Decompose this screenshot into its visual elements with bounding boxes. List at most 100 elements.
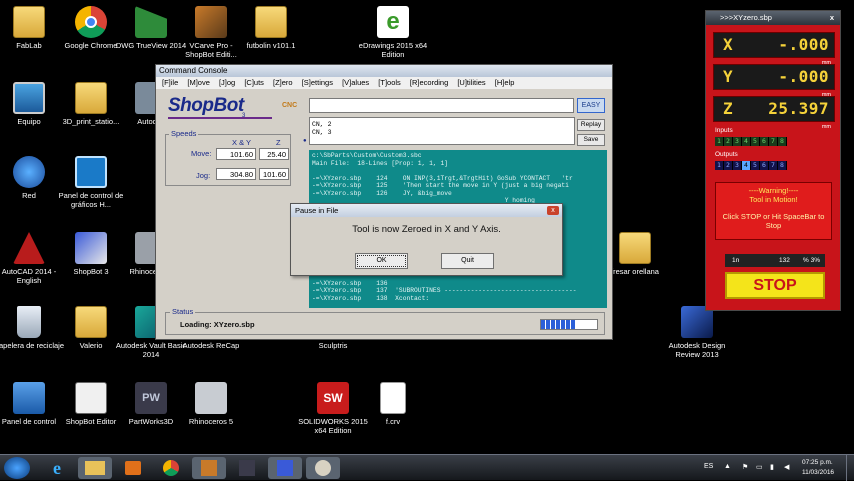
jog-z-field[interactable]: 101.60 bbox=[259, 168, 289, 180]
partworks-taskbar-icon[interactable] bbox=[230, 457, 264, 479]
menu-move[interactable]: [M]ove bbox=[187, 78, 210, 87]
paint-taskbar-icon[interactable] bbox=[306, 457, 340, 479]
start-button[interactable] bbox=[4, 457, 30, 479]
input-indicator: 6 bbox=[760, 137, 769, 146]
clock-date[interactable]: 11/03/2016 bbox=[802, 469, 834, 476]
ie-taskbar-icon[interactable]: e bbox=[40, 457, 74, 479]
flag-icon[interactable]: ⚑ bbox=[742, 463, 748, 471]
command-history[interactable]: CN, 2 CN, 3 bbox=[309, 117, 575, 145]
axis-name: X bbox=[723, 35, 733, 54]
menu-recording[interactable]: [R]ecording bbox=[410, 78, 448, 87]
menu-cuts[interactable]: [C]uts bbox=[244, 78, 264, 87]
history-pointer-icon: ● bbox=[303, 138, 307, 144]
menu-values[interactable]: [V]alues bbox=[342, 78, 369, 87]
explorer-taskbar-icon[interactable] bbox=[78, 457, 112, 479]
position-readout-window[interactable]: >>>XYzero.sbp x X -.000 mm Y -.000 mm Z … bbox=[705, 10, 841, 311]
show-desktop-button[interactable] bbox=[846, 455, 854, 481]
speed-percent: % 3% bbox=[803, 257, 820, 264]
folder-icon bbox=[13, 6, 45, 38]
file-line: c:\SbParts\Custom\Custom3.sbc bbox=[312, 152, 422, 159]
dro-title-bar: >>>XYzero.sbp x bbox=[706, 11, 840, 25]
close-icon[interactable]: x bbox=[547, 206, 559, 215]
menu-settings[interactable]: [S]ettings bbox=[302, 78, 333, 87]
warning-instruction: Click STOP or Hit SpaceBar to Stop bbox=[722, 212, 825, 230]
language-indicator[interactable]: ES bbox=[704, 463, 713, 470]
clock-time[interactable]: 07:25 p.m. bbox=[802, 459, 833, 466]
axis-value: -.000 bbox=[778, 67, 829, 86]
quit-button[interactable]: Quit bbox=[441, 253, 494, 269]
desktop-icon-futbolin[interactable]: futbolin v101.1 bbox=[234, 6, 308, 50]
replay-button[interactable]: Replay bbox=[577, 119, 605, 131]
output-indicator: 6 bbox=[760, 161, 769, 170]
rhino-icon bbox=[195, 382, 227, 414]
file-line: -=\XYzero.sbp 138 Xcontact: bbox=[312, 294, 430, 302]
menu-zero[interactable]: [Z]ero bbox=[273, 78, 293, 87]
output-indicator: 2 bbox=[724, 161, 733, 170]
save-button[interactable]: Save bbox=[577, 134, 605, 146]
folder-icon bbox=[619, 232, 651, 264]
chrome-taskbar-icon[interactable] bbox=[154, 457, 188, 479]
col-z-label: Z bbox=[276, 138, 281, 147]
speed-override-bar[interactable]: 1n 132 % 3% bbox=[725, 254, 825, 267]
file-line bbox=[312, 167, 604, 175]
progress-fill bbox=[541, 320, 576, 329]
vcarve-icon bbox=[195, 6, 227, 38]
computer-icon bbox=[13, 82, 45, 114]
menu-utilities[interactable]: [U]tilities bbox=[457, 78, 485, 87]
speed-unit: 1n bbox=[732, 257, 740, 264]
x-axis-readout: X -.000 mm bbox=[713, 32, 835, 66]
shopbot-logo: ShopBot bbox=[168, 95, 244, 116]
shopbot-logo-cnc: CNC bbox=[282, 102, 298, 109]
folder-icon bbox=[75, 82, 107, 114]
desktop-icon-f-crv[interactable]: f.crv bbox=[356, 382, 430, 426]
menu-tools[interactable]: [T]ools bbox=[378, 78, 401, 87]
file-line: -=\XYzero.sbp 137 'SUBROUTINES ---------… bbox=[312, 287, 577, 294]
shopbot-taskbar-icon[interactable] bbox=[268, 457, 302, 479]
autocad-icon bbox=[13, 232, 45, 264]
menu-jog[interactable]: [J]og bbox=[219, 78, 235, 87]
media-player-taskbar-icon[interactable] bbox=[116, 457, 150, 479]
easy-button[interactable]: EASY bbox=[577, 98, 605, 113]
desktop-icon-rhino5[interactable]: Rhinoceros 5 bbox=[174, 382, 248, 426]
command-input[interactable] bbox=[309, 98, 574, 113]
command-console-window[interactable]: Command Console [F]ile [M]ove [J]og [C]u… bbox=[155, 64, 613, 340]
warning-title: ----Warning!---- bbox=[748, 186, 799, 195]
move-label: Move: bbox=[191, 149, 212, 158]
axis-name: Z bbox=[723, 99, 733, 118]
shopbot-icon bbox=[75, 232, 107, 264]
vcarve-taskbar-icon[interactable] bbox=[192, 457, 226, 479]
jog-xy-field[interactable]: 304.80 bbox=[216, 168, 256, 180]
tray-arrow-icon[interactable]: ▲ bbox=[724, 463, 731, 470]
menu-help[interactable]: [H]elp bbox=[495, 78, 515, 87]
outputs-label: Outputs bbox=[715, 151, 738, 158]
move-z-field[interactable]: 25.40 bbox=[259, 148, 289, 160]
desktop-icon-edrawings[interactable]: e eDrawings 2015 x64 Edition bbox=[356, 6, 430, 59]
graphics-panel-icon bbox=[75, 156, 107, 188]
ok-button[interactable]: OK bbox=[355, 253, 408, 269]
network-tray-icon[interactable]: ▮ bbox=[770, 463, 774, 471]
input-indicator: 2 bbox=[724, 137, 733, 146]
network-icon bbox=[13, 156, 45, 188]
y-axis-readout: Y -.000 mm bbox=[713, 64, 835, 98]
speeds-group: Speeds X & Y Z Move: Jog: 101.60 25.40 3… bbox=[165, 129, 291, 186]
outputs-indicators: 12345678 bbox=[715, 161, 787, 170]
pause-dialog[interactable]: Pause in File x Tool is now Zeroed in X … bbox=[290, 203, 563, 276]
axis-value: 25.397 bbox=[768, 99, 829, 118]
volume-icon[interactable]: ◀ bbox=[784, 463, 789, 471]
close-icon[interactable]: x bbox=[830, 11, 834, 25]
stop-button[interactable]: STOP bbox=[725, 272, 825, 299]
input-indicator: 7 bbox=[769, 137, 778, 146]
desktop-icon-graphics-panel[interactable]: Panel de control de gráficos H... bbox=[54, 156, 128, 209]
motion-warning: ----Warning!---- Tool in Motion! Click S… bbox=[715, 182, 832, 240]
inputs-label: Inputs bbox=[715, 127, 733, 134]
menu-file[interactable]: [F]ile bbox=[162, 78, 178, 87]
axis-value: -.000 bbox=[778, 35, 829, 54]
console-title: Command Console bbox=[156, 65, 612, 77]
partworks3d-icon: PW bbox=[135, 382, 167, 414]
monitor-icon[interactable]: ▭ bbox=[756, 463, 763, 471]
move-xy-field[interactable]: 101.60 bbox=[216, 148, 256, 160]
loading-progress bbox=[540, 319, 598, 330]
desktop-icon-design-review[interactable]: Autodesk Design Review 2013 bbox=[660, 306, 734, 359]
output-indicator: 7 bbox=[769, 161, 778, 170]
inputs-indicators: 12345678 bbox=[715, 137, 787, 146]
